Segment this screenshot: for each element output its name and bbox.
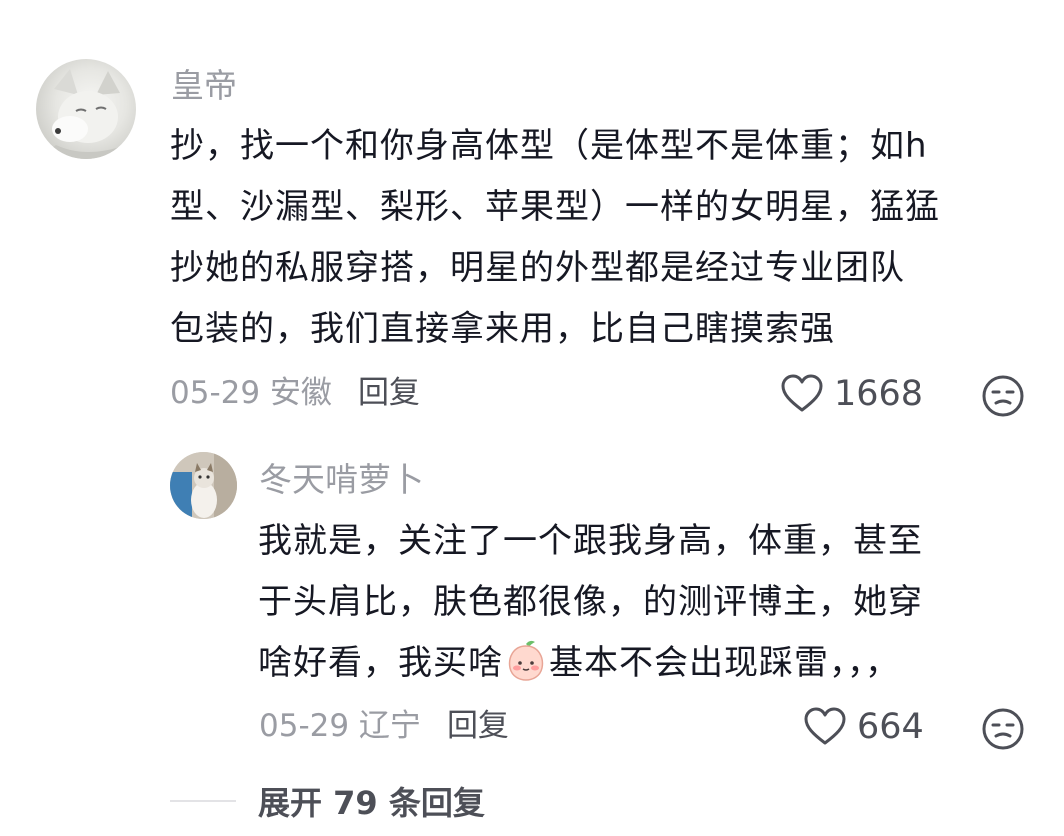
expand-replies[interactable]: 展开 79 条回复	[170, 778, 485, 824]
comment-meta: 05-29 安徽 回复	[170, 373, 420, 413]
heart-outline-icon	[781, 374, 823, 412]
like-count: 664	[857, 707, 924, 747]
comment-text: 抄，找一个和你身高体型（是体型不是体重；如h 型、沙漏型、梨形、苹果型）一样的女…	[170, 116, 940, 360]
dislike-button[interactable]	[981, 374, 1025, 422]
reply-meta: 05-29 辽宁 回复	[259, 706, 509, 746]
unamused-face-icon	[982, 375, 1024, 417]
like-button[interactable]: 664	[803, 707, 924, 747]
reply-text-segment: 啥好看，我买啥	[258, 643, 503, 683]
like-button[interactable]: 1668	[780, 374, 923, 414]
comment-text-line: 包装的，我们直接拿来用，比自己瞎摸索强	[170, 309, 835, 349]
comment-text-line: 抄她的私服穿搭，明星的外型都是经过专业团队	[170, 248, 905, 288]
dislike-button[interactable]	[981, 707, 1025, 755]
comment-date-location: 05-29 安徽	[170, 375, 332, 411]
unamused-face-icon	[982, 708, 1024, 750]
comment-text-line: 抄，找一个和你身高体型（是体型不是体重；如h	[170, 126, 928, 166]
reply-text-line: 于头肩比，肤色都很像，的测评博主，她穿	[258, 582, 923, 622]
avatar[interactable]	[170, 452, 237, 519]
reply-text: 我就是，关注了一个跟我身高，体重，甚至 于头肩比，肤色都很像，的测评博主，她穿 …	[258, 511, 923, 694]
peach-blush-emoji	[504, 638, 548, 702]
avatar[interactable]	[36, 59, 136, 159]
heart-outline-icon	[804, 707, 846, 745]
cat-avatar-image	[170, 452, 237, 519]
comment-username[interactable]: 皇帝	[171, 66, 237, 106]
reply-date-location: 05-29 辽宁	[259, 708, 421, 744]
reply-text-line: 我就是，关注了一个跟我身高，体重，甚至	[258, 521, 923, 561]
reply-button[interactable]: 回复	[447, 708, 509, 744]
reply-button[interactable]: 回复	[358, 375, 420, 411]
reply-text-line: 啥好看，我买啥 基本不会出现踩雷，，，	[258, 633, 923, 694]
fox-avatar-image	[36, 69, 136, 159]
comment-text-line: 型、沙漏型、梨形、苹果型）一样的女明星，猛猛	[170, 187, 940, 227]
reply-text-segment: 基本不会出现踩雷，，，	[549, 643, 900, 683]
expand-replies-label[interactable]: 展开 79 条回复	[258, 778, 485, 824]
divider	[170, 800, 236, 802]
like-count: 1668	[834, 374, 924, 414]
reply-username[interactable]: 冬天啃萝卜	[259, 460, 424, 500]
